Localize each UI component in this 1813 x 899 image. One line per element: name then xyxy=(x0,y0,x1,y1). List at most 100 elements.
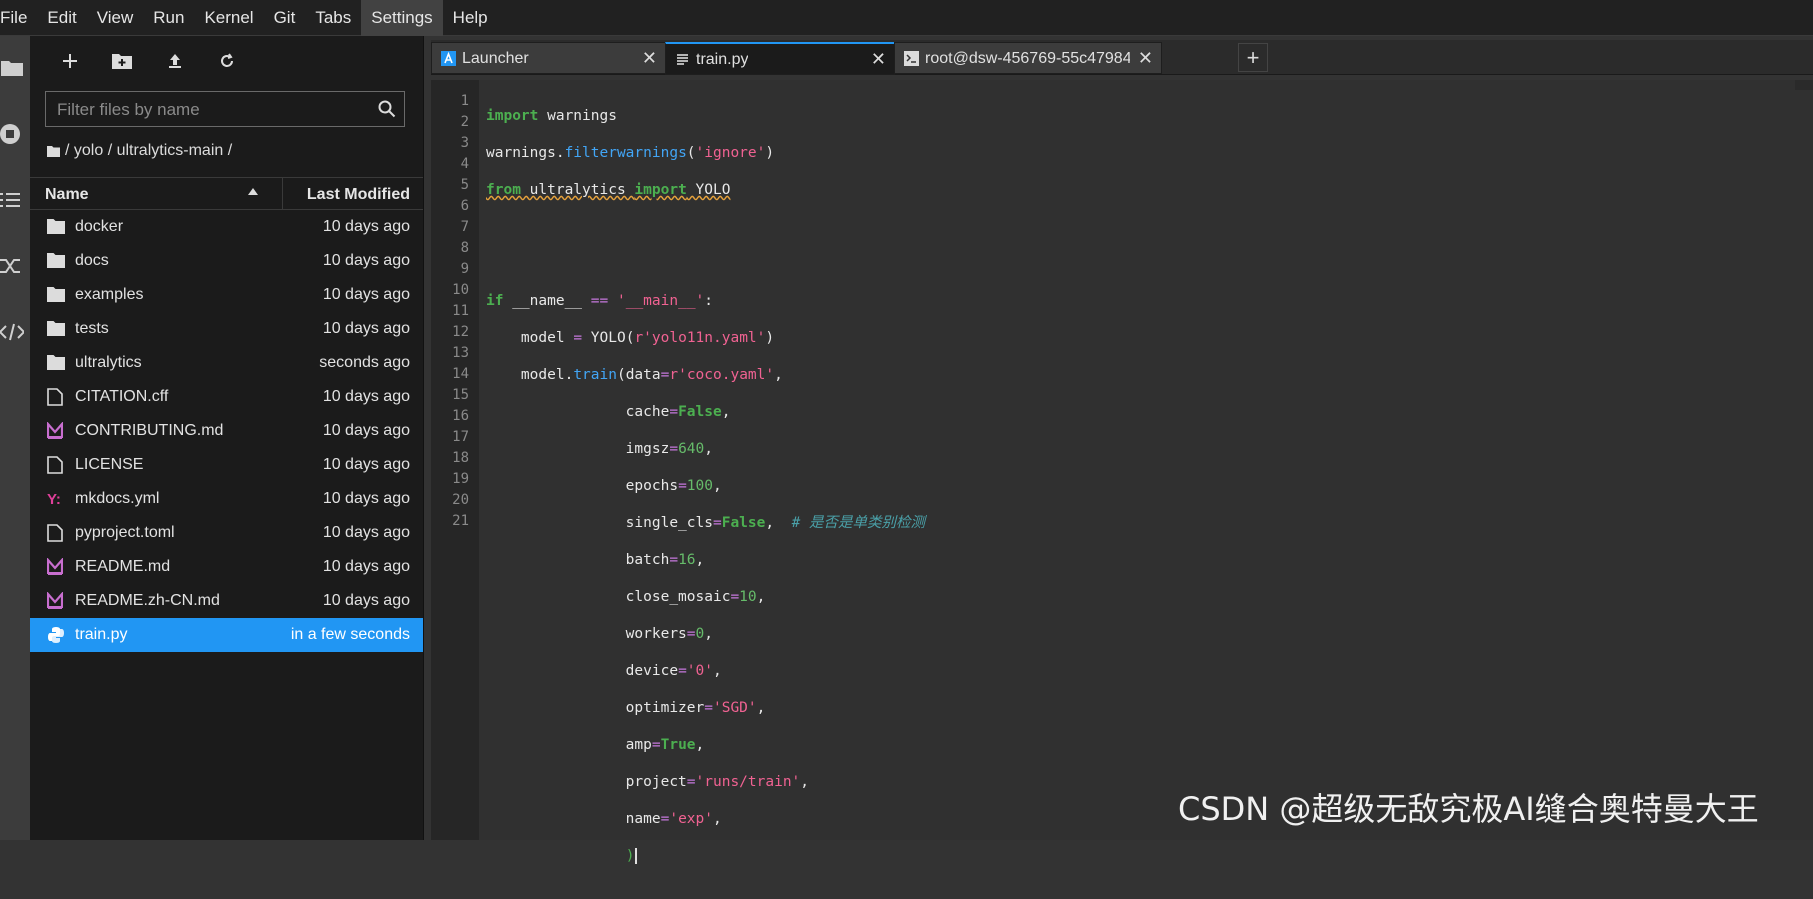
line-number: 7 xyxy=(460,219,469,235)
code-line: cache=False, xyxy=(486,404,731,420)
column-modified-header[interactable]: Last Modified xyxy=(307,186,410,204)
code-line: model.train(data=r'coco.yaml', xyxy=(486,367,783,383)
code-editor[interactable]: 1 2 3 4 5 6 7 8 9 10 11 12 13 14 15 16 17 18 19 20 21 import… xyxy=(431,80,1813,864)
home-folder-icon[interactable] xyxy=(47,145,60,157)
file-name: README.zh-CN.md xyxy=(75,592,220,609)
line-number: 14 xyxy=(452,366,469,382)
scrollbar[interactable] xyxy=(1795,80,1813,90)
file-name: LICENSE xyxy=(75,456,144,473)
file-name: ultralytics xyxy=(75,354,142,371)
line-number: 17 xyxy=(452,429,469,445)
file-icon xyxy=(47,388,65,406)
toc-icon[interactable] xyxy=(0,188,24,212)
file-list-item[interactable]: tests 10 days ago xyxy=(30,312,423,346)
file-modified: 10 days ago xyxy=(322,320,410,337)
folder-icon xyxy=(47,286,65,304)
code-line: warnings.filterwarnings('ignore') xyxy=(486,145,775,161)
file-name: README.md xyxy=(75,558,171,575)
search-icon[interactable] xyxy=(378,100,396,123)
menu-kernel[interactable]: Kernel xyxy=(194,0,263,36)
markdown-icon xyxy=(46,591,65,610)
folder-icon xyxy=(47,320,65,338)
column-divider[interactable] xyxy=(282,178,283,209)
tab-terminal[interactable]: root@dsw-456769-55c47984 ✕ xyxy=(894,42,1162,74)
menu-view[interactable]: View xyxy=(87,0,144,36)
extension-icon[interactable] xyxy=(0,254,24,278)
file-name: docs xyxy=(75,252,109,269)
file-list-item[interactable]: LICENSE 10 days ago xyxy=(30,448,423,482)
line-number: 15 xyxy=(452,387,469,403)
code-line: optimizer='SGD', xyxy=(486,700,766,716)
refresh-button[interactable] xyxy=(212,48,242,74)
line-number: 10 xyxy=(452,282,469,298)
file-name: examples xyxy=(75,286,144,303)
close-icon[interactable]: ✕ xyxy=(1138,48,1153,69)
code-line: model = YOLO(r'yolo11n.yaml') xyxy=(486,330,775,346)
code-line: batch=16, xyxy=(486,552,705,568)
file-modified: 10 days ago xyxy=(322,490,410,507)
svg-text:Y:: Y: xyxy=(47,491,61,508)
folder-icon[interactable] xyxy=(0,56,24,80)
add-tab-button[interactable]: + xyxy=(1238,43,1268,72)
file-list-item[interactable]: README.zh-CN.md 10 days ago xyxy=(30,584,423,618)
tab-label: Launcher xyxy=(462,50,529,67)
file-name: train.py xyxy=(75,626,128,643)
file-list-item[interactable]: docker 10 days ago xyxy=(30,210,423,244)
file-modified: 10 days ago xyxy=(322,218,410,235)
file-list-item[interactable]: train.py in a few seconds xyxy=(30,618,423,652)
tab-launcher[interactable]: Launcher ✕ xyxy=(431,42,666,74)
upload-button[interactable] xyxy=(160,48,190,74)
code-line: epochs=100, xyxy=(486,478,722,494)
sort-ascending-icon[interactable] xyxy=(248,188,258,195)
launcher-icon xyxy=(441,51,456,66)
column-name-header[interactable]: Name xyxy=(45,186,89,204)
file-list-item[interactable]: README.md 10 days ago xyxy=(30,550,423,584)
menu-settings[interactable]: Settings xyxy=(361,0,443,36)
code-icon[interactable] xyxy=(0,320,26,344)
file-list-item[interactable]: pyproject.toml 10 days ago xyxy=(30,516,423,550)
activity-bar xyxy=(0,36,30,840)
code-line: project='runs/train', xyxy=(486,774,810,790)
code-line: single_cls=False, # 是否是单类别检测 xyxy=(486,515,926,531)
file-modified: 10 days ago xyxy=(322,286,410,303)
close-icon[interactable]: ✕ xyxy=(871,49,886,70)
close-icon[interactable]: ✕ xyxy=(642,48,657,69)
code-content[interactable]: import warnings warnings.filterwarnings(… xyxy=(486,90,925,899)
line-number: 6 xyxy=(460,198,469,214)
python-icon xyxy=(47,626,65,644)
file-modified: 10 days ago xyxy=(322,456,410,473)
code-comment: # 是否是单类别检测 xyxy=(791,515,926,531)
plus-icon: + xyxy=(1246,44,1260,70)
file-list-item[interactable]: examples 10 days ago xyxy=(30,278,423,312)
file-name: CONTRIBUTING.md xyxy=(75,422,224,439)
menu-run[interactable]: Run xyxy=(143,0,194,36)
new-folder-button[interactable] xyxy=(107,48,137,74)
file-modified: 10 days ago xyxy=(322,252,410,269)
file-list-item[interactable]: CITATION.cff 10 days ago xyxy=(30,380,423,414)
search-input[interactable] xyxy=(46,92,379,128)
menu-file[interactable]: File xyxy=(0,0,37,36)
line-number: 11 xyxy=(452,303,469,319)
menu-git[interactable]: Git xyxy=(264,0,306,36)
file-list-item[interactable]: Y: mkdocs.yml 10 days ago xyxy=(30,482,423,516)
breadcrumb-path[interactable]: / yolo / ultralytics-main / xyxy=(65,142,232,160)
refresh-icon xyxy=(221,53,233,67)
line-number: 16 xyxy=(452,408,469,424)
tab-train-py[interactable]: train.py ✕ xyxy=(665,42,895,75)
code-line: ) xyxy=(486,846,925,867)
file-list-item[interactable]: docs 10 days ago xyxy=(30,244,423,278)
menu-edit[interactable]: Edit xyxy=(37,0,86,36)
markdown-icon xyxy=(46,421,65,440)
menu-tabs[interactable]: Tabs xyxy=(305,0,361,36)
running-icon[interactable] xyxy=(0,122,24,146)
menu-help[interactable]: Help xyxy=(443,0,498,36)
new-launcher-button[interactable] xyxy=(55,48,85,74)
file-list-item[interactable]: CONTRIBUTING.md 10 days ago xyxy=(30,414,423,448)
line-number: 8 xyxy=(460,240,469,256)
file-name: mkdocs.yml xyxy=(75,490,160,507)
code-line: device='0', xyxy=(486,663,722,679)
file-list-item[interactable]: ultralytics seconds ago xyxy=(30,346,423,380)
file-name: docker xyxy=(75,218,124,235)
